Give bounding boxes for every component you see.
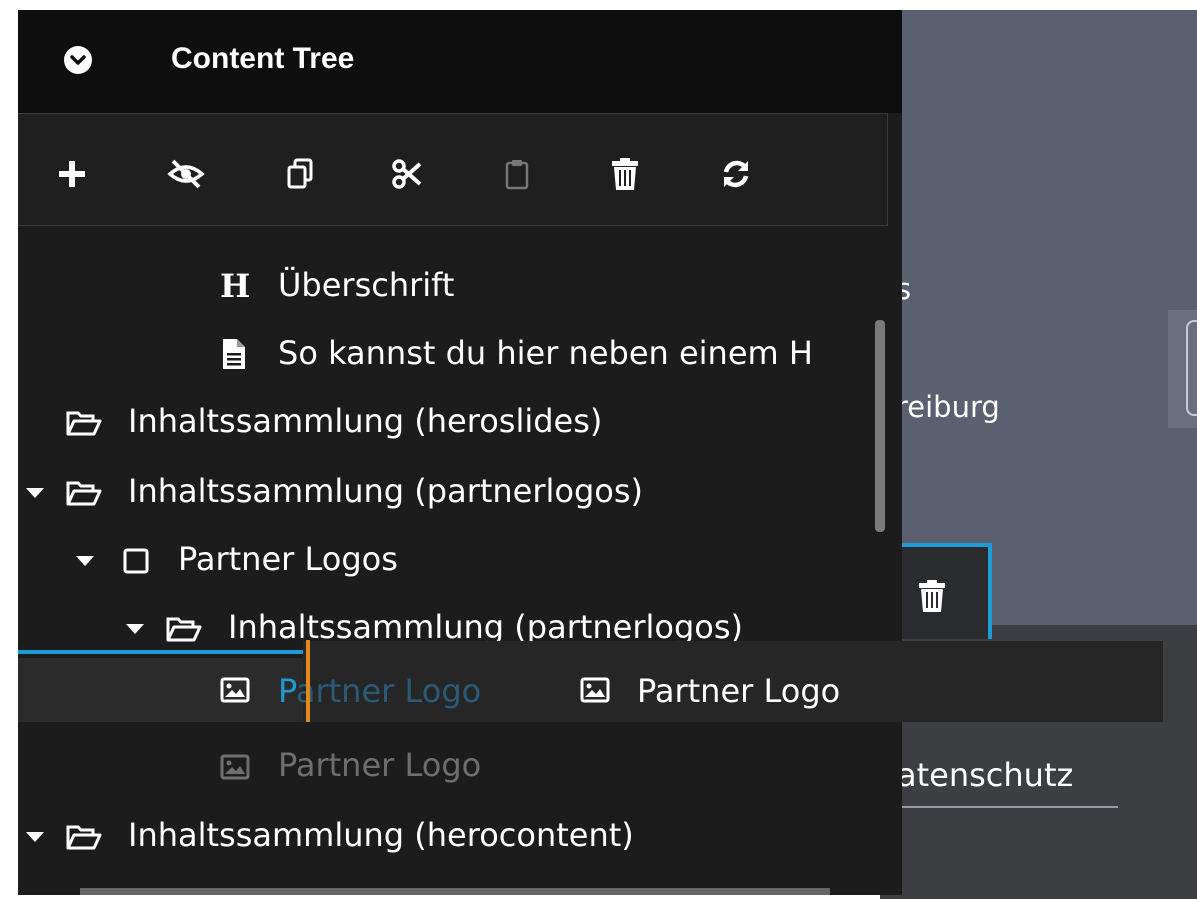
vertical-scrollbar[interactable] — [875, 320, 885, 532]
tree-item-label: Inhaltssammlung (heroslides) — [128, 402, 603, 440]
clipboard-icon[interactable] — [497, 154, 537, 194]
tree-item-text[interactable]: So kannst du hier neben einem H — [18, 324, 888, 384]
caret-down-icon[interactable] — [26, 488, 44, 498]
tree-item-label: Partner Logos — [178, 540, 398, 578]
tree-item-label: Partner Logo — [278, 746, 482, 784]
background-text: reiburg — [896, 390, 1000, 424]
panel-header: Content Tree — [18, 10, 902, 113]
eye-slash-icon[interactable] — [166, 154, 206, 194]
heading-icon: H — [220, 267, 251, 305]
drag-ghost-label: Partner Logo — [637, 672, 841, 710]
document-icon — [223, 339, 245, 373]
folder-open-icon — [66, 824, 102, 854]
scissors-icon[interactable] — [387, 154, 427, 194]
image-icon — [220, 677, 250, 707]
tree-item-image[interactable]: Partner Logo — [18, 736, 888, 796]
horizontal-scrollbar[interactable] — [80, 888, 830, 895]
tree-item-label: Inhaltssammlung (partnerlogos) — [128, 472, 644, 510]
background-input-border — [1186, 320, 1197, 416]
trash-icon[interactable] — [918, 580, 946, 616]
trash-icon[interactable] — [605, 154, 645, 194]
image-icon — [580, 677, 610, 707]
tree-item-node[interactable]: Partner Logos — [18, 530, 888, 590]
tree-item-heading[interactable]: H Überschrift — [18, 256, 888, 316]
plus-icon[interactable] — [52, 154, 92, 194]
text-cursor — [306, 640, 310, 722]
square-icon — [123, 548, 149, 578]
content-tree: H Überschrift So kannst du hier neben ei… — [18, 226, 902, 895]
tree-toolbar — [18, 113, 888, 226]
folder-open-icon — [66, 480, 102, 510]
background-link[interactable]: atenschutz — [897, 756, 1073, 794]
copy-icon[interactable] — [280, 154, 320, 194]
tree-item-collection[interactable]: Inhaltssammlung (herocontent) — [18, 806, 888, 866]
caret-down-icon[interactable] — [126, 624, 144, 634]
dragged-item-label-first: P — [278, 672, 296, 710]
tree-item-collection[interactable]: Inhaltssammlung (heroslides) — [18, 392, 888, 452]
image-icon — [220, 754, 250, 784]
background-page — [880, 10, 1197, 625]
drop-indicator — [18, 650, 308, 654]
tree-item-label: So kannst du hier neben einem H — [278, 334, 813, 372]
panel-title: Content Tree — [171, 42, 355, 75]
tree-item-label: Überschrift — [278, 266, 455, 304]
folder-open-icon — [66, 410, 102, 440]
chevron-down-icon[interactable] — [64, 46, 92, 74]
folder-open-icon — [166, 616, 202, 646]
background-underline — [890, 806, 1118, 808]
refresh-icon[interactable] — [716, 154, 756, 194]
tree-item-label: Inhaltssammlung (herocontent) — [128, 816, 634, 854]
caret-down-icon[interactable] — [26, 832, 44, 842]
caret-down-icon[interactable] — [76, 556, 94, 566]
content-tree-panel: Content Tree H Überschrift So kannst du … — [18, 10, 902, 895]
tree-item-collection[interactable]: Inhaltssammlung (partnerlogos) — [18, 462, 888, 522]
dragged-item-label-rest: artner Logo — [295, 672, 482, 710]
